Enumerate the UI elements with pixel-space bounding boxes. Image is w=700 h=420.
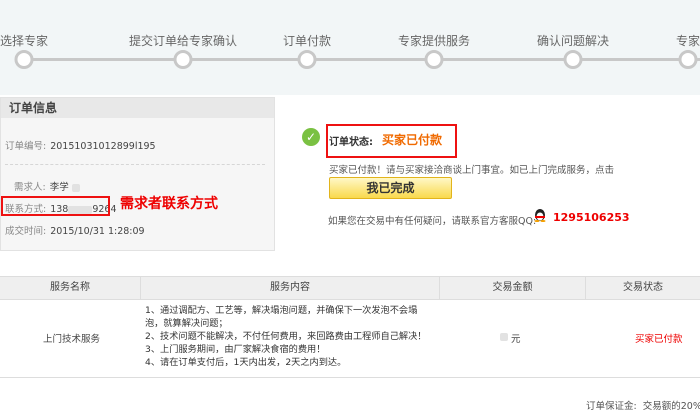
content-line: 4、请在订单支付后，1天内出发，2天之内到达。 <box>145 357 347 368</box>
blurred-amount <box>500 333 508 341</box>
service-content: 1、通过调配方、工艺等，解决塌泡问题，并确保下一次发泡不会塌 泡，就算解决问题；… <box>145 304 435 369</box>
step-label: 确认问题解决 <box>536 34 610 48</box>
order-no-label: 订单编号: <box>5 141 47 152</box>
service-name: 上门技术服务 <box>43 334 101 345</box>
step-dot <box>678 50 698 69</box>
col-amount: 交易金额 <box>492 282 533 293</box>
content-line: 3、上门服务期间，由厂家解决食宿的费用！ <box>145 344 326 355</box>
step-dot <box>14 50 34 69</box>
content-line: 2、技术问题不能解决，不付任何费用，来回路费由工程师自己解决！ <box>145 331 427 342</box>
content-line: 1、通过调配方、工艺等，解决塌泡问题，并确保下一次发泡不会塌 <box>145 305 418 316</box>
divider <box>5 164 265 165</box>
completed-button[interactable]: 我已完成 <box>329 177 452 199</box>
deposit-info: 订单保证金: 交易额的20% <box>586 398 700 412</box>
requester-value: 李学 <box>49 182 69 193</box>
table-header: 服务名称 服务内容 交易金额 交易状态 <box>0 276 700 300</box>
annotation-text: 需求者联系方式 <box>120 196 218 212</box>
trade-status: 买家已付款 <box>635 334 683 345</box>
requester-label: 需求人: <box>14 182 46 193</box>
status-description: 买家已付款！请与买家接洽商谈上门事宜。如已上门完成服务，点击 <box>329 165 615 176</box>
col-service-content: 服务内容 <box>270 282 310 293</box>
step-label: 选择专家 <box>0 34 49 48</box>
table-bottom-border <box>0 377 700 378</box>
step-label: 订单付款 <box>282 34 332 48</box>
step-label: 提交订单给专家确认 <box>128 34 238 48</box>
deposit-value: 交易额的20% <box>642 401 700 412</box>
order-no-row: 订单编号: 20151031012899l195 <box>5 138 156 152</box>
step-dot <box>297 50 317 69</box>
time-value: 2015/10/31 1:28:09 <box>50 226 145 237</box>
contact-highlight-box <box>1 196 110 216</box>
time-row: 成交时间: 2015/10/31 1:28:09 <box>5 223 145 237</box>
progress-track <box>18 58 700 61</box>
order-status-label: 订单状态: <box>329 137 373 148</box>
step-label: 专家 <box>675 34 700 48</box>
order-info-title: 订单信息 <box>1 98 274 118</box>
time-label: 成交时间: <box>5 226 47 237</box>
progress-steps: 选择专家 提交订单给专家确认 订单付款 专家提供服务 确认问题解决 专家 <box>0 0 700 95</box>
qq-penguin-icon[interactable] <box>533 208 547 222</box>
step-dot <box>424 50 444 69</box>
amount-unit: 元 <box>511 334 521 345</box>
content-line: 泡，就算解决问题； <box>145 318 228 329</box>
step-dot <box>173 50 193 69</box>
deposit-label: 订单保证金: <box>586 401 637 412</box>
blurred-text <box>71 183 80 192</box>
requester-row: 需求人: 李学 <box>14 179 80 193</box>
col-status: 交易状态 <box>623 282 663 293</box>
check-icon: ✓ <box>302 128 320 146</box>
qq-number[interactable]: 1295106253 <box>553 211 630 224</box>
order-no-value: 20151031012899l195 <box>50 141 156 152</box>
step-dot <box>563 50 583 69</box>
order-status-value: 买家已付款 <box>382 133 443 147</box>
help-text: 如果您在交易中有任何疑问，请联系官方客服QQ: <box>328 216 537 227</box>
col-service-name: 服务名称 <box>50 282 90 293</box>
step-label: 专家提供服务 <box>397 34 471 48</box>
